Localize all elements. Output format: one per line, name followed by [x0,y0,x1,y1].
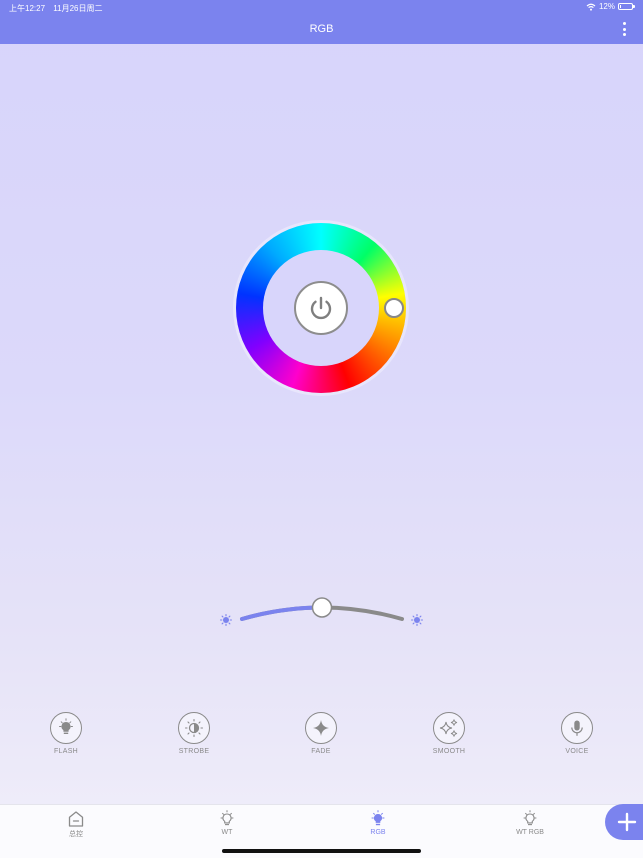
mode-bar: FLASH STROBE FADE SMOOTH VOICE [0,712,643,762]
bulb-icon [59,718,73,734]
home-indicator [222,849,421,853]
status-time: 上午12:27 [9,4,46,13]
plus-icon [617,812,637,832]
nav-bar: RGB [0,15,643,44]
wifi-icon [586,3,596,11]
mode-fade-button[interactable] [305,712,337,744]
add-button[interactable] [605,804,643,840]
tab-label: RGB [370,829,386,836]
tab-label: WT [221,829,233,836]
mode-voice-button[interactable] [561,712,593,744]
page-title: RGB [309,23,334,35]
power-icon [310,296,332,320]
tab-wt[interactable]: WT [182,810,272,836]
more-options-icon[interactable] [621,22,627,36]
brightness-high-icon [410,613,424,627]
tab-label: WT RGB [516,829,544,836]
strobe-icon [184,718,204,738]
battery-percent: 12% [598,2,615,11]
mode-flash[interactable]: FLASH [34,712,98,755]
brightness-low-icon [219,613,233,627]
mode-label: FADE [311,748,331,755]
tab-label: 总控 [69,831,83,838]
status-right: 12% [586,2,635,11]
battery-icon [618,3,635,10]
mode-label: SMOOTH [432,748,466,755]
mode-label: FLASH [53,748,79,755]
mode-smooth-button[interactable] [433,712,465,744]
tab-wt-rgb[interactable]: WT RGB [485,810,575,836]
microphone-icon [571,720,583,736]
bulb-icon [371,810,385,826]
brightness-slider[interactable] [214,590,430,634]
bulb-icon [523,810,537,826]
sparkles-icon [439,719,458,737]
mode-label: VOICE [565,748,589,755]
tab-rgb[interactable]: RGB [333,810,423,836]
battery-fill [620,5,621,8]
brightness-thumb[interactable] [311,597,333,618]
bulb-icon [220,810,234,826]
status-bar: 上午12:27 11月26日周二 12% [0,0,643,15]
sparkle-icon [313,720,329,736]
status-left: 上午12:27 11月26日周二 [9,3,102,14]
status-date: 11月26日周二 [53,4,103,13]
mode-strobe[interactable]: STROBE [162,712,226,755]
mode-label: STROBE [178,748,210,755]
mode-flash-button[interactable] [50,712,82,744]
power-button[interactable] [294,281,348,335]
mode-fade[interactable]: FADE [289,712,353,755]
mode-strobe-button[interactable] [178,712,210,744]
mode-voice[interactable]: VOICE [545,712,609,755]
color-wheel-handle[interactable] [384,298,404,318]
home-icon [68,811,84,827]
tab-master[interactable]: 总控 [31,810,121,839]
mode-smooth[interactable]: SMOOTH [417,712,481,755]
color-wheel[interactable] [231,218,411,398]
